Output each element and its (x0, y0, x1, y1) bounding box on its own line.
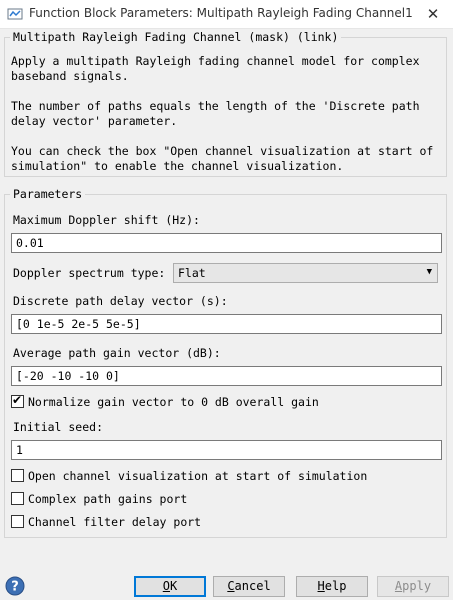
checkmark-icon: ✔ (12, 393, 23, 407)
path-gain-field[interactable] (11, 366, 442, 386)
ok-button[interactable]: OK (134, 576, 206, 597)
normalize-gain-checkbox[interactable]: ✔ Normalize gain vector to 0 dB overall g… (11, 393, 319, 409)
visualization-checkbox[interactable]: Open channel visualization at start of s… (11, 469, 367, 483)
doppler-label: Maximum Doppler shift (Hz): (13, 213, 200, 227)
gains-port-label: Complex path gains port (28, 492, 188, 506)
help-button[interactable]: Help (296, 576, 368, 597)
mask-description-para3: You can check the box "Open channel visu… (11, 144, 434, 173)
mask-description-para2: The number of paths equals the length of… (11, 99, 420, 128)
visualization-check-box[interactable] (11, 469, 24, 482)
close-icon: ✕ (426, 5, 440, 23)
svg-text:?: ? (11, 580, 19, 595)
help-question-icon[interactable]: ? (5, 576, 25, 596)
parameters-legend: Parameters (13, 187, 83, 201)
spectrum-label: Doppler spectrum type: (13, 266, 166, 280)
delay-port-check-box[interactable] (11, 515, 24, 528)
spectrum-value: Flat (178, 266, 206, 280)
initial-seed-field[interactable] (11, 440, 442, 460)
doppler-spectrum-select[interactable]: Flat ▼ (173, 263, 438, 283)
window-title: Function Block Parameters: Multipath Ray… (29, 6, 413, 20)
window-titlebar: Function Block Parameters: Multipath Ray… (0, 0, 453, 29)
cancel-button[interactable]: Cancel (213, 576, 285, 597)
gain-label: Average path gain vector (dB): (13, 346, 221, 360)
gains-port-check-box[interactable] (11, 492, 24, 505)
normalize-label: Normalize gain vector to 0 dB overall ga… (28, 395, 319, 409)
gains-port-checkbox[interactable]: Complex path gains port (11, 492, 187, 506)
mask-description-para1: Apply a multipath Rayleigh fading channe… (11, 54, 420, 83)
delay-label: Discrete path delay vector (s): (13, 294, 228, 308)
path-delay-field[interactable] (11, 314, 442, 334)
visualization-label: Open channel visualization at start of s… (28, 469, 368, 483)
seed-label: Initial seed: (13, 420, 104, 434)
mask-legend: Multipath Rayleigh Fading Channel (mask)… (13, 30, 339, 44)
delay-port-label: Channel filter delay port (28, 515, 202, 529)
dropdown-arrow-icon: ▼ (426, 267, 432, 277)
delay-port-checkbox[interactable]: Channel filter delay port (11, 515, 201, 529)
close-button[interactable]: ✕ (413, 0, 453, 28)
simulink-block-icon (7, 8, 23, 20)
apply-button[interactable]: Apply (377, 576, 449, 597)
doppler-shift-field[interactable] (11, 233, 442, 253)
normalize-check-box[interactable]: ✔ (11, 393, 24, 408)
